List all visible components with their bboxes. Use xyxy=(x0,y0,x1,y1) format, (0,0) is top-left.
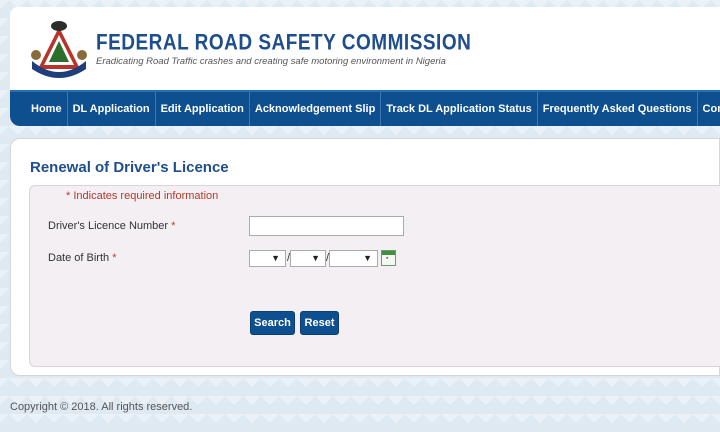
licence-number-label: Driver's Licence Number * xyxy=(48,220,175,232)
reset-button[interactable]: Reset xyxy=(300,311,339,335)
org-tagline: Eradicating Road Traffic crashes and cre… xyxy=(96,56,446,67)
dob-label-text: Date of Birth xyxy=(48,252,110,264)
page-title: Renewal of Driver's Licence xyxy=(30,159,229,176)
frsc-crest-icon xyxy=(31,21,87,78)
nav-contact[interactable]: Contact xyxy=(698,92,720,126)
chevron-down-icon: ▼ xyxy=(363,253,372,263)
search-button[interactable]: Search xyxy=(250,311,295,335)
dob-label: Date of Birth * xyxy=(48,252,116,264)
copyright-text: Copyright © 2018. All rights reserved. xyxy=(10,401,193,413)
calendar-icon[interactable] xyxy=(381,250,396,266)
nav-acknowledgement-slip[interactable]: Acknowledgement Slip xyxy=(250,92,382,126)
nav-edit-application[interactable]: Edit Application xyxy=(156,92,250,126)
dob-year-select[interactable]: ▼ xyxy=(329,250,378,267)
nav-track-status[interactable]: Track DL Application Status xyxy=(381,92,538,126)
required-star: * xyxy=(171,220,176,232)
dob-month-select[interactable]: ▼ xyxy=(290,250,326,267)
dob-day-select[interactable]: ▼ xyxy=(249,250,286,267)
nav-dl-application[interactable]: DL Application xyxy=(68,92,156,126)
nav-faq[interactable]: Frequently Asked Questions xyxy=(538,92,698,126)
nav-home[interactable]: Home xyxy=(10,92,68,126)
main-navbar: Home DL Application Edit Application Ack… xyxy=(10,90,720,126)
licence-number-input[interactable] xyxy=(249,216,404,236)
required-note: * Indicates required information xyxy=(66,190,219,202)
licence-number-label-text: Driver's Licence Number xyxy=(48,220,169,232)
main-content: Renewal of Driver's Licence * Indicates … xyxy=(10,138,720,376)
renewal-form: * Indicates required information Driver'… xyxy=(29,185,720,367)
site-header: FEDERAL ROAD SAFETY COMMISSION Eradicati… xyxy=(10,7,720,90)
chevron-down-icon: ▼ xyxy=(271,253,280,263)
required-star: * xyxy=(112,252,117,264)
chevron-down-icon: ▼ xyxy=(311,253,320,263)
org-name: FEDERAL ROAD SAFETY COMMISSION xyxy=(96,31,472,56)
